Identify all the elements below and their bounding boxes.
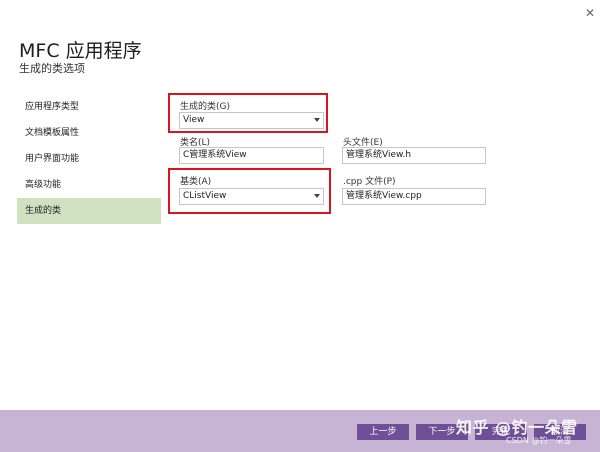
sidebar-item-ui-features[interactable]: 用户界面功能 xyxy=(17,146,161,172)
sidebar-item-doc-template[interactable]: 文档模板属性 xyxy=(17,120,161,146)
sidebar: 应用程序类型 文档模板属性 用户界面功能 高级功能 生成的类 xyxy=(17,94,161,224)
header-file-field[interactable]: 管理系统View.h xyxy=(342,147,486,164)
watermark-sub: CSDN @钓一朵雪 xyxy=(506,436,572,445)
cpp-file-label: .cpp 文件(P) xyxy=(343,177,396,187)
highlight-box-generated-class xyxy=(168,93,328,133)
class-name-field[interactable]: C管理系统View xyxy=(179,147,324,164)
page-title: MFC 应用程序 xyxy=(19,40,142,62)
page-subtitle: 生成的类选项 xyxy=(19,62,85,75)
sidebar-item-generated-classes[interactable]: 生成的类 xyxy=(17,198,161,224)
prev-button[interactable]: 上一步 xyxy=(357,424,409,440)
sidebar-item-advanced[interactable]: 高级功能 xyxy=(17,172,161,198)
sidebar-item-app-type[interactable]: 应用程序类型 xyxy=(17,94,161,120)
close-icon[interactable]: ✕ xyxy=(583,6,597,20)
cpp-file-field[interactable]: 管理系统View.cpp xyxy=(342,188,486,205)
highlight-box-base-class xyxy=(168,168,331,214)
